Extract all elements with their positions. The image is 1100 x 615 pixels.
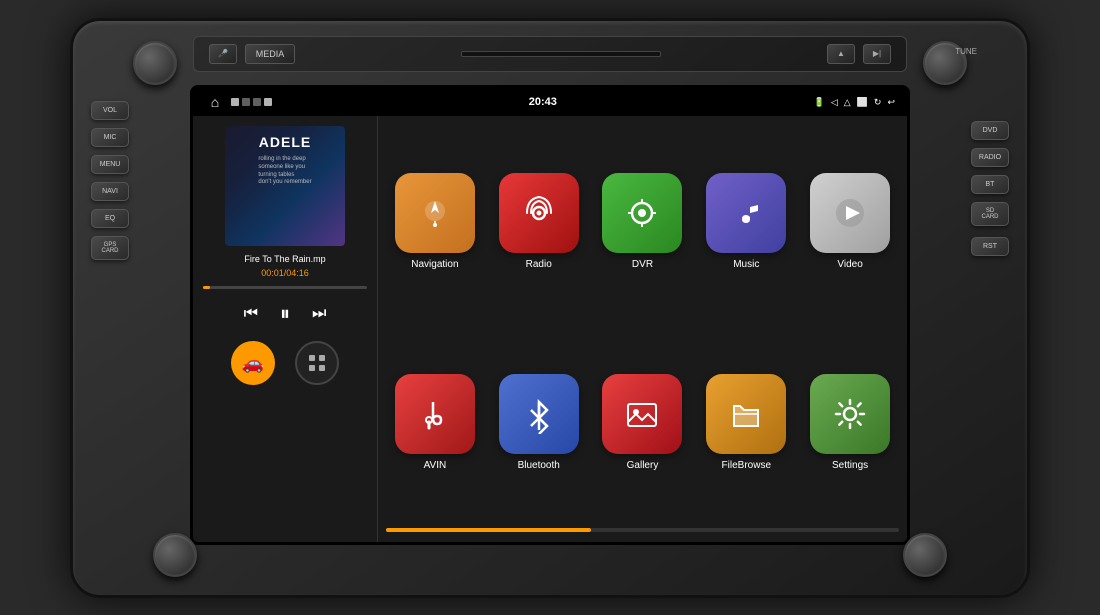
- notif-dot-3: [253, 98, 261, 106]
- next-button[interactable]: ▶|: [863, 44, 891, 64]
- bottom-left-knob[interactable]: [153, 533, 197, 577]
- progress-bar[interactable]: [203, 286, 367, 289]
- radio-label: Radio: [526, 259, 552, 270]
- left-knob[interactable]: [133, 41, 177, 85]
- navigation-label: Navigation: [411, 259, 458, 270]
- gps-button[interactable]: GPSCARD: [91, 236, 129, 260]
- app-radio[interactable]: Radio: [490, 124, 588, 319]
- song-time: 00:01/04:16: [261, 268, 309, 278]
- app-music[interactable]: Music: [697, 124, 795, 319]
- dvd-button[interactable]: DVD: [971, 121, 1009, 140]
- left-buttons: VOL MIC MENU NAVI EQ GPSCARD: [91, 101, 129, 260]
- sd-button[interactable]: SDCARD: [971, 202, 1009, 226]
- avin-label: AVIN: [424, 460, 447, 471]
- notif-dot-2: [242, 98, 250, 106]
- app-row-1: Navigation: [386, 124, 899, 319]
- bottom-right-knob[interactable]: [903, 533, 947, 577]
- avin-icon: [395, 374, 475, 454]
- settings-icon: [810, 374, 890, 454]
- gallery-icon: [602, 374, 682, 454]
- app-bluetooth[interactable]: Bluetooth: [490, 325, 588, 520]
- grid-button[interactable]: [295, 341, 339, 385]
- status-time: 20:43: [529, 96, 557, 108]
- app-avin[interactable]: AVIN: [386, 325, 484, 520]
- app-video[interactable]: Video: [801, 124, 899, 319]
- notif-dot-4: [264, 98, 272, 106]
- app-gallery[interactable]: Gallery: [594, 325, 692, 520]
- bottom-icons: 🚗: [231, 341, 339, 385]
- video-label: Video: [837, 259, 862, 270]
- screen-icon: ⬜: [857, 97, 868, 108]
- eject-button[interactable]: ▲: [827, 44, 855, 64]
- rst-button[interactable]: RST: [971, 237, 1009, 256]
- triangle-icon: △: [844, 97, 851, 108]
- navi-button[interactable]: NAVI: [91, 182, 129, 201]
- album-artist: ADELE: [259, 134, 311, 150]
- bluetooth-icon: [499, 374, 579, 454]
- dvr-icon: [602, 173, 682, 253]
- main-screen: ⌂ 20:43 🔋 ◁ △ ⬜ ↻ ↩: [190, 85, 910, 545]
- radio-icon: [499, 173, 579, 253]
- media-label[interactable]: MEDIA: [245, 44, 295, 64]
- volume-icon: ◁: [831, 97, 838, 108]
- app-grid: Navigation: [378, 116, 907, 542]
- prev-button[interactable]: ⏮: [244, 305, 258, 323]
- home-button[interactable]: ⌂: [205, 92, 225, 112]
- notif-dot-1: [231, 98, 239, 106]
- album-art: ADELE rolling in the deepsomeone like yo…: [225, 126, 345, 246]
- filebrowser-icon: [706, 374, 786, 454]
- eq-button[interactable]: EQ: [91, 209, 129, 228]
- right-buttons: DVD RADIO BT SDCARD RST: [971, 121, 1009, 226]
- radio-button[interactable]: RADIO: [971, 148, 1009, 167]
- mic-icon[interactable]: 🎤: [209, 44, 237, 64]
- playback-controls: ⏮ ⏸ ⏭: [244, 299, 327, 329]
- dvr-label: DVR: [632, 259, 653, 270]
- tune-label: TUNE: [955, 47, 977, 56]
- screen-progress: [386, 528, 591, 532]
- progress-fill: [203, 286, 210, 289]
- menu-button[interactable]: MENU: [91, 155, 129, 174]
- filebrowser-label: FileBrowse: [722, 460, 771, 471]
- pause-button[interactable]: ⏸: [270, 299, 300, 329]
- music-label: Music: [733, 259, 759, 270]
- bluetooth-label: Bluetooth: [518, 460, 560, 471]
- rotate-icon: ↻: [874, 97, 882, 108]
- screen-content: ADELE rolling in the deepsomeone like yo…: [193, 116, 907, 542]
- music-player: ADELE rolling in the deepsomeone like yo…: [193, 116, 378, 542]
- back-icon: ↩: [887, 97, 895, 108]
- song-title: Fire To The Rain.mp: [244, 254, 325, 264]
- app-dvr[interactable]: DVR: [594, 124, 692, 319]
- music-icon: [706, 173, 786, 253]
- bt-button[interactable]: BT: [971, 175, 1009, 194]
- status-bar: ⌂ 20:43 🔋 ◁ △ ⬜ ↻ ↩: [193, 88, 907, 116]
- video-icon: [810, 173, 890, 253]
- app-navigation[interactable]: Navigation: [386, 124, 484, 319]
- album-subtitle: rolling in the deepsomeone like youturni…: [258, 156, 311, 187]
- app-settings[interactable]: Settings: [801, 325, 899, 520]
- gallery-label: Gallery: [627, 460, 659, 471]
- navigation-icon: [395, 173, 475, 253]
- status-left: ⌂: [205, 92, 272, 112]
- next-button[interactable]: ⏭: [312, 305, 326, 323]
- app-filebrowser[interactable]: FileBrowse: [697, 325, 795, 520]
- status-right: 🔋 ◁ △ ⬜ ↻ ↩: [814, 97, 895, 108]
- vol-button[interactable]: VOL: [91, 101, 129, 120]
- head-unit: 🎤 MEDIA ▲ ▶| VOL MIC MENU NAVI EQ GPSCAR…: [70, 18, 1030, 598]
- battery-status: 🔋: [814, 97, 825, 108]
- mic-button[interactable]: MIC: [91, 128, 129, 147]
- car-button[interactable]: 🚗: [231, 341, 275, 385]
- top-bar: 🎤 MEDIA ▲ ▶|: [193, 36, 907, 72]
- settings-label: Settings: [832, 460, 868, 471]
- app-row-2: AVIN Bluetooth: [386, 325, 899, 520]
